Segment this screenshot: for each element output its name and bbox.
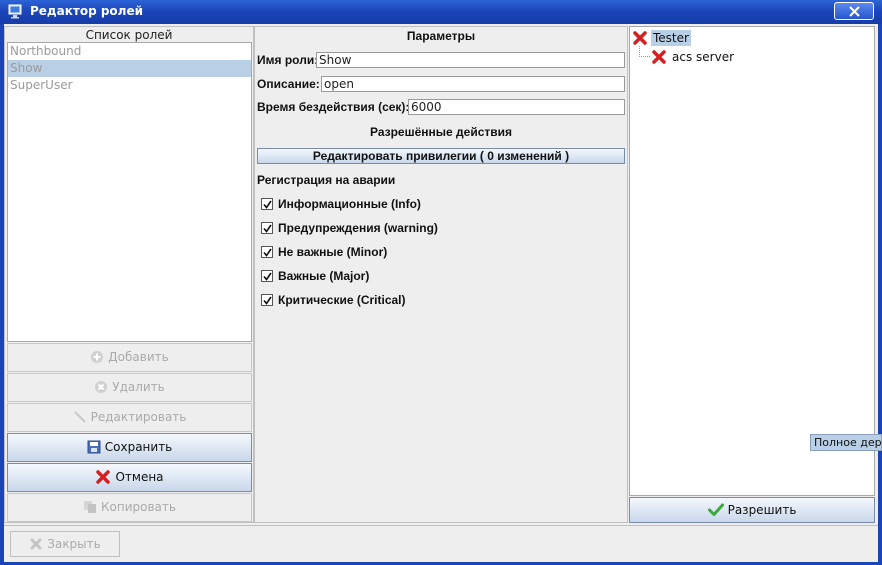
copy-role-label: Копировать bbox=[101, 500, 176, 514]
dialog-footer: Закрыть bbox=[4, 525, 878, 562]
checkmark-icon bbox=[263, 272, 272, 281]
role-name-field[interactable]: Show bbox=[316, 52, 625, 68]
description-field[interactable]: open bbox=[321, 76, 625, 92]
window-title: Редактор ролей bbox=[30, 4, 144, 18]
allow-label: Разрешить bbox=[727, 503, 797, 517]
alarm-registration-heading: Регистрация на аварии bbox=[257, 173, 396, 187]
role-name-label: Имя роли: bbox=[257, 53, 319, 67]
plus-circle-icon bbox=[91, 350, 104, 363]
cancel-label: Отмена bbox=[115, 470, 164, 484]
red-x-icon bbox=[652, 50, 666, 64]
edit-privileges-button[interactable]: Редактировать привилегии ( 0 изменений ) bbox=[257, 148, 625, 164]
close-dialog-button[interactable]: Закрыть bbox=[10, 531, 120, 557]
add-role-label: Добавить bbox=[108, 350, 169, 364]
save-button[interactable]: Сохранить bbox=[7, 433, 252, 462]
app-monitor-icon bbox=[8, 4, 22, 19]
checkmark-icon bbox=[263, 248, 272, 257]
delete-role-label: Удалить bbox=[112, 380, 165, 394]
close-icon bbox=[849, 6, 860, 17]
tree-node-acs-server-label: acs server bbox=[672, 50, 735, 64]
checkmark-icon bbox=[263, 296, 272, 305]
idle-timeout-label: Время бездействия (сек): bbox=[257, 100, 410, 114]
close-dialog-label: Закрыть bbox=[47, 537, 101, 551]
allowed-actions-heading: Разрешённые действия bbox=[369, 125, 513, 139]
idle-timeout-field[interactable]: 6000 bbox=[408, 99, 625, 115]
allow-button[interactable]: Разрешить bbox=[629, 497, 875, 523]
window-close-button[interactable] bbox=[834, 2, 874, 20]
window-frame-right bbox=[878, 24, 882, 565]
cancel-button[interactable]: Отмена bbox=[7, 463, 252, 492]
checkmark-icon bbox=[263, 224, 272, 233]
checkbox-box[interactable] bbox=[261, 270, 273, 282]
tree-connector bbox=[639, 46, 650, 57]
roles-panel-heading: Список ролей bbox=[85, 28, 173, 42]
add-role-button[interactable]: Добавить bbox=[7, 343, 252, 372]
edit-role-button[interactable]: Редактировать bbox=[7, 403, 252, 432]
alarm-major-label: Важные (Major) bbox=[278, 269, 370, 283]
title-bar[interactable]: Редактор ролей bbox=[0, 0, 882, 24]
copy-icon bbox=[84, 500, 97, 513]
checkbox-box[interactable] bbox=[261, 246, 273, 258]
alarm-critical-label: Критические (Critical) bbox=[278, 293, 406, 307]
alarm-warning-label: Предупреждения (warning) bbox=[278, 221, 438, 235]
role-item-show[interactable]: Show bbox=[8, 60, 251, 77]
role-editor-window: Редактор ролей Список ролей Northbound S… bbox=[0, 0, 882, 565]
alarm-info-label: Информационные (Info) bbox=[278, 197, 421, 211]
description-label: Описание: bbox=[257, 77, 320, 91]
floppy-disk-icon bbox=[87, 440, 101, 453]
parameters-panel: Параметры Имя роли: Show Описание: open … bbox=[254, 26, 628, 523]
red-x-icon bbox=[633, 31, 647, 45]
delete-role-button[interactable]: Удалить bbox=[7, 373, 252, 402]
checkbox-box[interactable] bbox=[261, 294, 273, 306]
roles-panel: Список ролей Northbound Show SuperUser Д… bbox=[4, 26, 254, 523]
role-list[interactable]: Northbound Show SuperUser bbox=[7, 42, 252, 342]
role-item-superuser[interactable]: SuperUser bbox=[8, 77, 251, 94]
checkbox-box[interactable] bbox=[261, 198, 273, 210]
save-label: Сохранить bbox=[104, 440, 173, 454]
close-icon bbox=[30, 538, 42, 549]
edit-role-label: Редактировать bbox=[90, 410, 187, 424]
alarm-minor-label: Не важные (Minor) bbox=[278, 245, 388, 259]
remove-circle-icon bbox=[95, 380, 108, 393]
tree-tooltip: Полное дер bbox=[810, 434, 882, 451]
checkmark-icon bbox=[263, 200, 272, 209]
tree-node-tester-label: Tester bbox=[651, 30, 691, 46]
green-check-icon bbox=[707, 503, 724, 516]
red-x-icon bbox=[96, 469, 111, 484]
copy-role-button[interactable]: Копировать bbox=[7, 493, 252, 522]
pencil-icon bbox=[73, 410, 86, 423]
checkbox-box[interactable] bbox=[261, 222, 273, 234]
role-item-northbound[interactable]: Northbound bbox=[8, 43, 251, 60]
parameters-heading: Параметры bbox=[406, 29, 476, 43]
permissions-tree[interactable]: Tester acs server bbox=[629, 26, 875, 496]
